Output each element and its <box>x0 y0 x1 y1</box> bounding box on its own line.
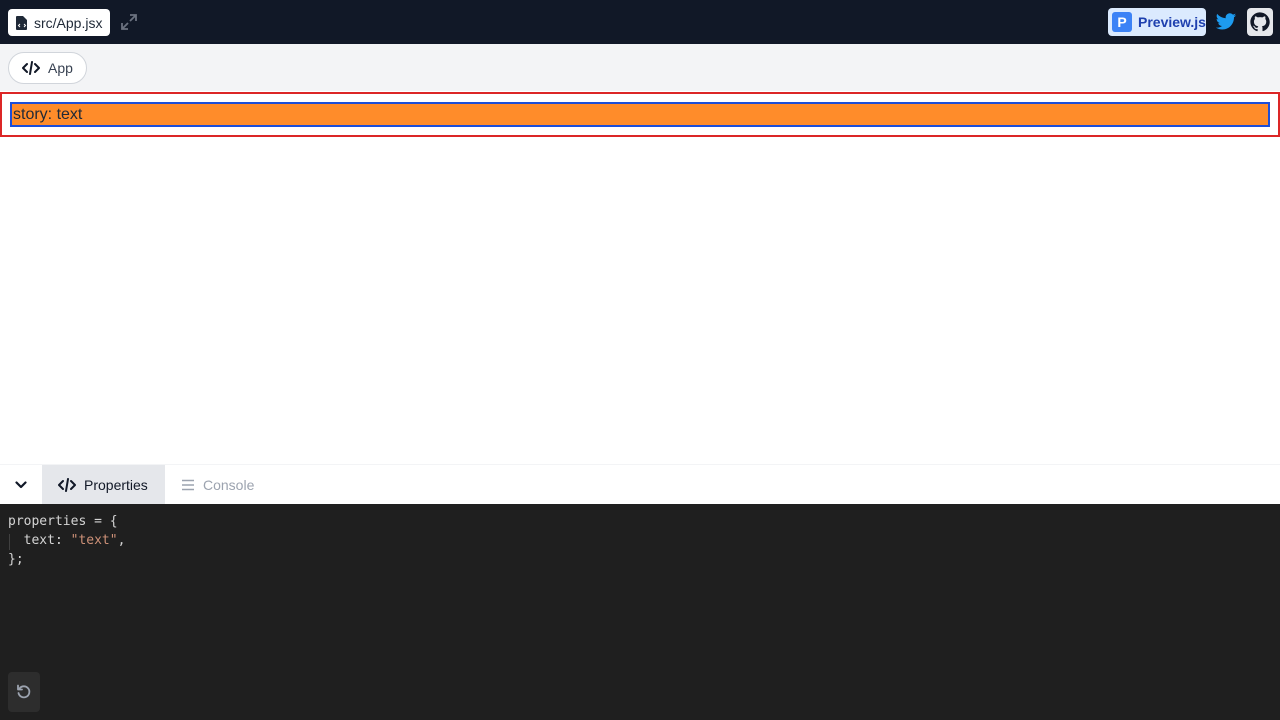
top-bar: src/App.jsx P Preview.js <box>0 0 1280 44</box>
code-line-1: properties = { <box>8 514 118 529</box>
code-icon <box>58 478 76 492</box>
expand-button[interactable] <box>119 12 139 32</box>
code-line-3: }; <box>8 552 24 567</box>
previewjs-logo-icon: P <box>1112 12 1132 32</box>
file-name-label: src/App.jsx <box>34 14 103 31</box>
previewjs-link[interactable]: P Preview.js <box>1108 8 1206 36</box>
reset-properties-button[interactable] <box>8 672 40 712</box>
twitter-icon <box>1215 13 1237 30</box>
code-comma: , <box>117 533 126 548</box>
tab-console-label: Console <box>203 477 255 493</box>
story-container: story: text <box>0 92 1280 137</box>
collapse-panel-button[interactable] <box>0 465 42 505</box>
undo-icon <box>17 684 31 699</box>
file-code-icon <box>16 15 27 30</box>
github-link[interactable] <box>1247 8 1273 36</box>
twitter-link[interactable] <box>1215 11 1237 33</box>
story-text: story: text <box>10 102 1270 127</box>
tab-console[interactable]: Console <box>165 465 254 505</box>
properties-editor[interactable]: properties = { text: "text", }; <box>0 504 1280 720</box>
code-key: text: <box>8 533 71 548</box>
code-icon <box>22 61 40 75</box>
tab-properties-label: Properties <box>84 477 148 493</box>
tab-properties[interactable]: Properties <box>42 465 165 505</box>
code-string-value: "text" <box>70 533 118 548</box>
expand-icon <box>121 14 137 30</box>
code-line-2: text: "text", <box>8 533 126 548</box>
file-name-button[interactable]: src/App.jsx <box>8 9 111 36</box>
component-app-label: App <box>48 60 73 76</box>
previewjs-label: Preview.js <box>1138 14 1206 30</box>
chevron-down-icon <box>15 481 27 489</box>
panel-tab-bar: Properties Console <box>0 464 1280 505</box>
list-icon <box>182 479 194 491</box>
component-bar: App <box>0 44 1280 91</box>
component-app-button[interactable]: App <box>8 52 87 84</box>
github-icon <box>1250 12 1270 32</box>
